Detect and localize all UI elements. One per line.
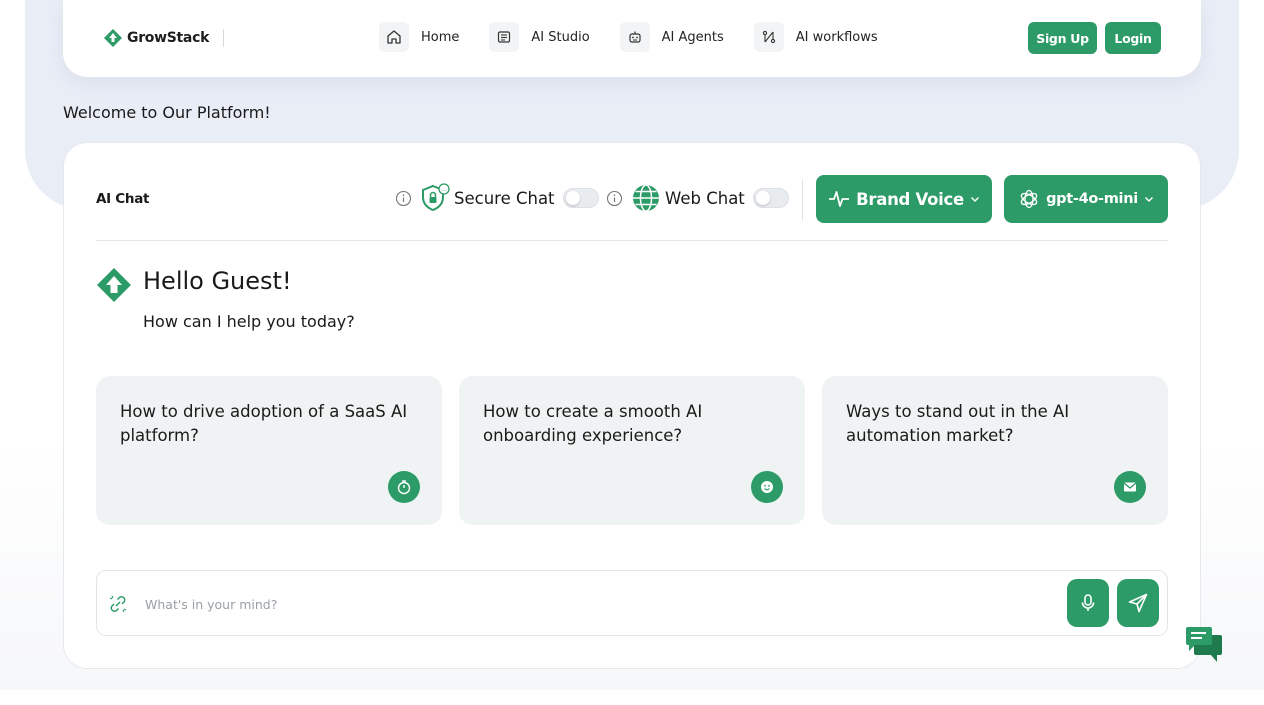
nav-item-home[interactable]: Home (379, 22, 459, 52)
suggestion-card[interactable]: How to create a smooth AI onboarding exp… (459, 376, 805, 525)
suggestion-card[interactable]: How to drive adoption of a SaaS AI platf… (96, 376, 442, 525)
support-chat-launcher[interactable] (1184, 625, 1224, 665)
brand-voice-dropdown[interactable]: Brand Voice (816, 175, 992, 223)
suggestion-text: Ways to stand out in the AI automation m… (846, 402, 1070, 445)
secure-chat-control: … Secure Chat (395, 183, 599, 213)
top-navbar: GrowStack Home AI Studio AI Agents AI wo… (63, 0, 1201, 77)
brand-voice-label: Brand Voice (856, 189, 964, 209)
toggle-knob (755, 191, 770, 205)
nav-item-ai-workflows[interactable]: AI workflows (753, 22, 878, 52)
secure-chat-toggle[interactable] (562, 188, 599, 208)
web-chat-toggle[interactable] (752, 188, 789, 208)
microphone-icon (1081, 594, 1095, 611)
chevron-down-icon (1144, 197, 1153, 202)
stopwatch-icon (388, 471, 420, 503)
send-icon (1128, 593, 1148, 613)
secure-chat-label: Secure Chat (454, 188, 555, 208)
nav-label-ai-agents: AI Agents (661, 29, 724, 45)
robot-icon (619, 22, 650, 52)
nav-item-ai-agents[interactable]: AI Agents (619, 22, 724, 52)
growstack-logo-icon (104, 29, 122, 47)
greeting-subtitle: How can I help you today? (143, 312, 355, 331)
web-chat-label: Web Chat (665, 188, 745, 208)
suggestion-text: How to drive adoption of a SaaS AI platf… (120, 402, 408, 445)
greeting-title: Hello Guest! (143, 267, 292, 295)
pulse-icon (829, 191, 850, 207)
workflow-icon (753, 22, 784, 52)
brand-logo[interactable]: GrowStack (103, 28, 209, 48)
microphone-button[interactable] (1067, 579, 1109, 627)
studio-icon (489, 22, 520, 52)
home-icon (379, 22, 409, 52)
toggle-knob (565, 191, 580, 205)
chat-toolbar: AI Chat … Secure Chat Web Chat Brand Voi… (96, 175, 1168, 241)
suggestion-cards: How to drive adoption of a SaaS AI platf… (96, 376, 1168, 525)
toolbar-divider (802, 179, 803, 221)
assistant-avatar-icon (97, 268, 131, 302)
chat-message-input[interactable] (145, 589, 1045, 619)
chat-title: AI Chat (96, 191, 150, 207)
model-selector-dropdown[interactable]: gpt-4o-mini (1004, 175, 1168, 223)
send-button[interactable] (1117, 579, 1159, 627)
main-nav: Home AI Studio AI Agents AI workflows (379, 22, 908, 52)
welcome-heading: Welcome to Our Platform! (63, 103, 271, 122)
nav-item-ai-studio[interactable]: AI Studio (489, 22, 590, 52)
brand-name: GrowStack (127, 30, 210, 46)
link-icon[interactable] (107, 593, 129, 615)
chevron-down-icon (970, 197, 979, 202)
chat-bubbles-icon (1186, 627, 1222, 662)
login-button[interactable]: Login (1105, 22, 1161, 54)
suggestion-text: How to create a smooth AI onboarding exp… (483, 402, 703, 445)
nav-label-home: Home (421, 29, 460, 45)
openai-icon (1020, 189, 1038, 209)
suggestion-card[interactable]: Ways to stand out in the AI automation m… (822, 376, 1168, 525)
globe-icon (631, 183, 661, 213)
smiley-icon (751, 471, 783, 503)
info-icon[interactable] (395, 190, 412, 207)
nav-label-ai-studio: AI Studio (531, 29, 590, 45)
sign-up-button[interactable]: Sign Up (1028, 22, 1097, 54)
model-label: gpt-4o-mini (1046, 191, 1138, 207)
logo-divider (223, 29, 224, 47)
nav-label-ai-workflows: AI workflows (795, 29, 878, 45)
mail-icon (1114, 471, 1146, 503)
shield-lock-icon: … (420, 183, 450, 213)
info-icon[interactable] (606, 190, 623, 207)
chat-card: AI Chat … Secure Chat Web Chat Brand Voi… (63, 142, 1201, 669)
web-chat-control: Web Chat (606, 183, 789, 213)
chat-input-bar (96, 570, 1168, 636)
svg-text:…: … (441, 186, 447, 193)
